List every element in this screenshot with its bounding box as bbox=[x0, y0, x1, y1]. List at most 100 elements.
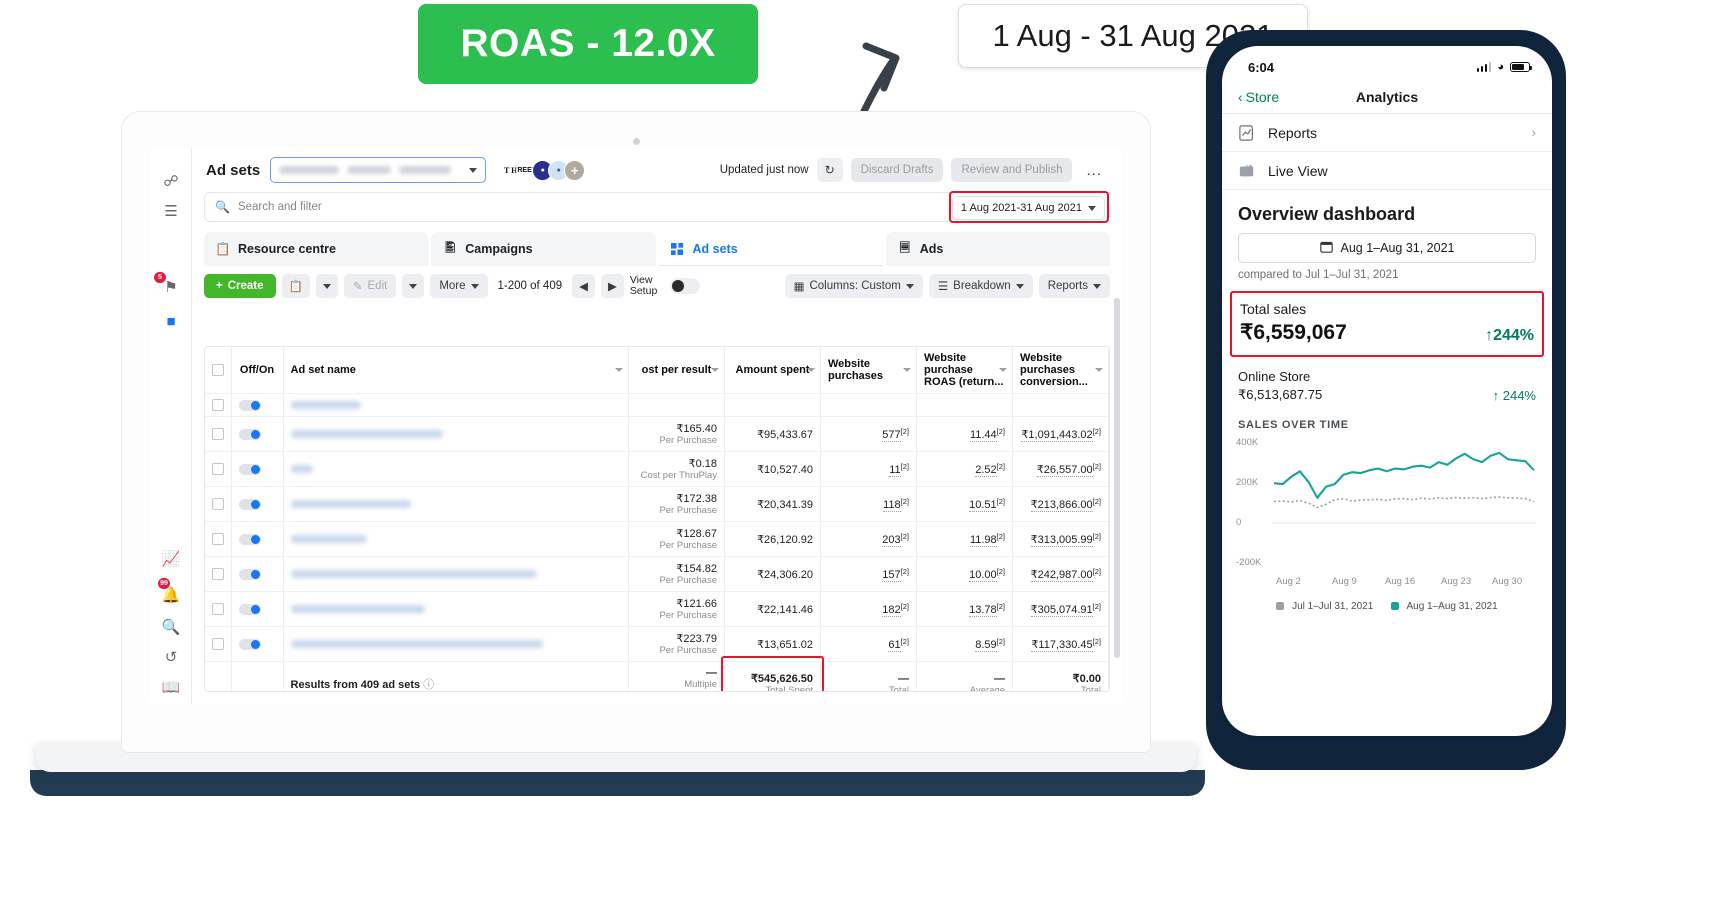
reports-button[interactable]: Reports bbox=[1038, 274, 1110, 298]
grid-icon[interactable]: ■ bbox=[160, 310, 182, 332]
row-toggle-cell[interactable] bbox=[231, 416, 284, 452]
table-row[interactable]: ₹172.38 Per Purchase ₹20,341.39 118[2] 1… bbox=[205, 486, 1109, 522]
copy-icon: 📋 bbox=[288, 281, 303, 293]
status-time: 6:04 bbox=[1248, 59, 1275, 75]
row-checkbox-cell[interactable] bbox=[205, 486, 232, 522]
row-checkbox-cell[interactable] bbox=[205, 591, 232, 627]
laptop-shadow bbox=[30, 770, 1205, 796]
columns-button[interactable]: ▦ Columns: Custom bbox=[784, 274, 923, 298]
phone-date-range-button[interactable]: Aug 1–Aug 31, 2021 bbox=[1238, 233, 1536, 263]
table-row[interactable]: ₹223.79 Per Purchase ₹13,651.02 61[2] 8.… bbox=[205, 626, 1109, 662]
edit-button[interactable]: ✎ Edit bbox=[343, 274, 397, 298]
checkbox[interactable] bbox=[212, 533, 224, 545]
table-row[interactable]: ₹165.40 Per Purchase ₹95,433.67 577[2] 1… bbox=[205, 416, 1109, 452]
row-toggle-cell[interactable] bbox=[231, 486, 284, 522]
account-select[interactable] bbox=[270, 157, 487, 183]
phone-status-bar: 6:04 ◕ bbox=[1222, 46, 1552, 80]
row-checkbox-cell[interactable] bbox=[205, 451, 232, 487]
menu-item-live-view[interactable]: Live View bbox=[1222, 152, 1552, 190]
avatar-group[interactable]: T H REEL ● ● + bbox=[500, 159, 586, 181]
on-off-toggle[interactable] bbox=[238, 428, 261, 440]
on-off-toggle[interactable] bbox=[238, 638, 261, 650]
more-button[interactable]: More bbox=[430, 274, 488, 298]
row-checkbox-cell[interactable] bbox=[205, 556, 232, 592]
wifi-icon: ◕ bbox=[1497, 61, 1504, 73]
legend-item: Jul 1–Jul 31, 2021 bbox=[1276, 601, 1373, 612]
date-picker-button[interactable]: 1 Aug 2021-31 Aug 2021 bbox=[951, 196, 1105, 220]
on-off-toggle[interactable] bbox=[238, 533, 261, 545]
checkbox[interactable] bbox=[212, 364, 224, 376]
checkbox[interactable] bbox=[212, 463, 224, 475]
search-icon[interactable]: 🔍 bbox=[160, 616, 182, 638]
table-row[interactable]: ₹128.67 Per Purchase ₹26,120.92 203[2] 1… bbox=[205, 521, 1109, 557]
on-off-toggle[interactable] bbox=[238, 498, 261, 510]
tab-bar: 📋 Resource centre 🖺 Campaigns Ad sets 🗏 … bbox=[204, 232, 1110, 266]
prev-page-button[interactable]: ◀ bbox=[572, 274, 595, 298]
on-off-toggle[interactable] bbox=[238, 568, 261, 580]
add-account-button[interactable]: + bbox=[564, 159, 586, 181]
cell-purchases: 182[2] bbox=[820, 591, 917, 627]
search-filter-bar[interactable]: 🔍 Search and filter 1 Aug 2021-31 Aug 20… bbox=[204, 191, 1110, 223]
on-off-toggle[interactable] bbox=[238, 399, 261, 411]
col-cost-per-result: ost per result bbox=[628, 347, 725, 394]
cell-spent: ₹95,433.67 bbox=[724, 416, 821, 452]
checkbox[interactable] bbox=[212, 568, 224, 580]
checkbox[interactable] bbox=[212, 603, 224, 615]
vertical-scrollbar[interactable] bbox=[1114, 298, 1120, 658]
view-setup-toggle[interactable] bbox=[669, 278, 700, 294]
menu-item-reports[interactable]: Reports › bbox=[1222, 114, 1552, 152]
row-checkbox-cell[interactable] bbox=[205, 393, 232, 417]
table-row[interactable]: ₹154.82 Per Purchase ₹24,306.20 157[2] 1… bbox=[205, 556, 1109, 592]
row-checkbox-cell[interactable] bbox=[205, 521, 232, 557]
table-row[interactable]: ₹0.18 Cost per ThruPlay ₹10,527.40 11[2]… bbox=[205, 451, 1109, 487]
select-all-header[interactable] bbox=[205, 347, 232, 394]
checkbox[interactable] bbox=[212, 399, 224, 411]
book-icon[interactable]: 📖 bbox=[160, 676, 182, 698]
tab-label: Ad sets bbox=[692, 242, 738, 256]
chevron-down-icon bbox=[1088, 205, 1096, 211]
history-icon[interactable]: ↺ bbox=[160, 646, 182, 668]
menu-label: Reports bbox=[1268, 124, 1318, 141]
ytick-label: -200K bbox=[1236, 557, 1262, 568]
cell-spent: ₹20,341.39 bbox=[724, 486, 821, 522]
table-row[interactable] bbox=[205, 393, 1109, 417]
discard-drafts-button[interactable]: Discard Drafts bbox=[850, 158, 944, 182]
tab-ads[interactable]: 🗏 Ads bbox=[885, 232, 1110, 266]
row-toggle-cell[interactable] bbox=[231, 521, 284, 557]
checkbox[interactable] bbox=[212, 428, 224, 440]
row-toggle-cell[interactable] bbox=[231, 451, 284, 487]
sales-over-time-title: SALES OVER TIME bbox=[1238, 419, 1349, 431]
total-sales-label: Total sales bbox=[1240, 301, 1307, 317]
more-label: More bbox=[439, 280, 466, 292]
breakdown-button[interactable]: ☰ Breakdown bbox=[928, 274, 1033, 298]
on-off-toggle[interactable] bbox=[238, 603, 261, 615]
row-toggle-cell[interactable] bbox=[231, 591, 284, 627]
create-button[interactable]: + Create bbox=[204, 274, 276, 298]
duplicate-button[interactable]: 📋 bbox=[281, 274, 310, 298]
row-toggle-cell[interactable] bbox=[231, 626, 284, 662]
edit-dropdown[interactable] bbox=[402, 274, 425, 298]
info-icon[interactable]: ⓘ bbox=[423, 679, 434, 691]
tab-resource-centre[interactable]: 📋 Resource centre bbox=[204, 232, 429, 266]
bookmark-icon[interactable]: ☍ bbox=[160, 170, 182, 192]
laptop-camera bbox=[633, 138, 640, 145]
row-toggle-cell[interactable] bbox=[231, 556, 284, 592]
tab-campaigns[interactable]: 🖺 Campaigns bbox=[431, 232, 656, 266]
row-toggle-cell[interactable] bbox=[231, 393, 284, 417]
col-website-purchase-roas: Website purchase ROAS (return... bbox=[916, 347, 1013, 394]
row-checkbox-cell[interactable] bbox=[205, 416, 232, 452]
on-off-toggle[interactable] bbox=[238, 463, 261, 475]
chart-icon[interactable]: 📈 bbox=[160, 548, 182, 570]
columns-icon: ▦ bbox=[793, 281, 805, 293]
checkbox[interactable] bbox=[212, 498, 224, 510]
menu-icon[interactable]: ☰ bbox=[160, 200, 182, 222]
row-checkbox-cell[interactable] bbox=[205, 626, 232, 662]
refresh-button[interactable]: ↻ bbox=[816, 158, 843, 182]
review-publish-button[interactable]: Review and Publish bbox=[951, 158, 1073, 182]
duplicate-dropdown[interactable] bbox=[315, 274, 338, 298]
tab-ad-sets[interactable]: Ad sets bbox=[658, 232, 883, 266]
table-row[interactable]: ₹121.66 Per Purchase ₹22,141.46 182[2] 1… bbox=[205, 591, 1109, 627]
next-page-button[interactable]: ▶ bbox=[600, 274, 624, 298]
more-options-button[interactable]: ... bbox=[1080, 162, 1108, 179]
checkbox[interactable] bbox=[212, 638, 224, 650]
